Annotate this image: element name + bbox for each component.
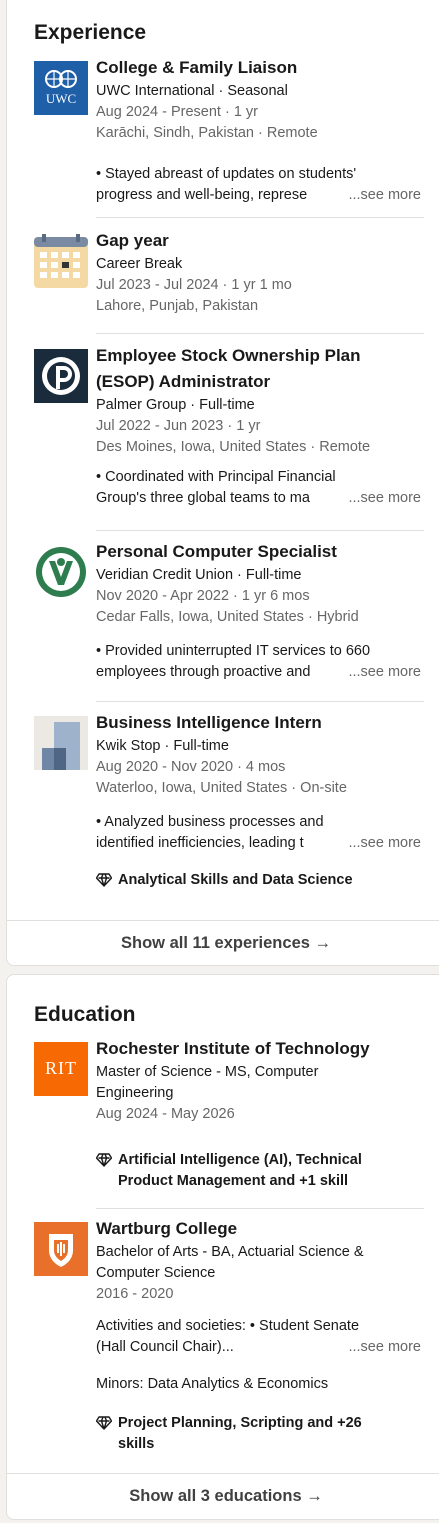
kwikstop-logo[interactable]	[34, 716, 88, 770]
show-all-educations-button[interactable]: Show all 3 educations →	[7, 1487, 439, 1506]
wartburg-shield-icon	[49, 1234, 73, 1267]
edu-dates: 2016 - 2020	[96, 1286, 174, 1302]
education-card: Education RIT Rochester Institute of Tec…	[6, 974, 439, 1520]
skills-text: Project Planning, Scripting and +26	[118, 1415, 362, 1431]
education-section-title: Education	[34, 1003, 136, 1026]
wartburg-logo[interactable]	[34, 1222, 88, 1276]
job-title[interactable]: College & Family Liaison	[96, 55, 421, 81]
company-name: Career Break	[96, 256, 183, 272]
see-more-link[interactable]: ...see more	[344, 185, 421, 206]
activities-line: Activities and societies: • Student Sena…	[96, 1318, 360, 1334]
job-location: Karāchi, Sindh, Pakistan · Remote	[96, 125, 318, 141]
job-dates: Nov 2020 - Apr 2022 · 1 yr 6 mos	[96, 588, 310, 604]
company-name: Veridian Credit Union · Full-time	[96, 567, 302, 583]
degree-line: Engineering	[96, 1085, 174, 1101]
diamond-skill-icon	[96, 873, 112, 887]
skills-row[interactable]: Analytical Skills and Data Science	[96, 870, 421, 891]
uwc-logo-text: UWC	[45, 91, 77, 106]
kwikstop-logo-icon	[42, 722, 80, 770]
see-more-link[interactable]: ...see more	[344, 1337, 421, 1358]
job-dates: Aug 2020 - Nov 2020 · 4 mos	[96, 759, 286, 775]
minors-text: Minors: Data Analytics & Economics	[96, 1376, 329, 1392]
see-more-link[interactable]: ...see more	[344, 662, 421, 683]
divider	[7, 1473, 439, 1474]
calendar-logo	[34, 234, 88, 288]
skills-text: Artificial Intelligence (AI), Technical	[118, 1152, 362, 1168]
see-more-link[interactable]: ...see more	[344, 833, 421, 854]
job-dates: Jul 2023 - Jul 2024 · 1 yr 1 mo	[96, 277, 292, 293]
job-dates: Jul 2022 - Jun 2023 · 1 yr	[96, 418, 261, 434]
skills-row[interactable]: Artificial Intelligence (AI), Technical …	[96, 1150, 421, 1192]
job-title-line[interactable]: (ESOP) Administrator	[96, 369, 421, 395]
job-title[interactable]: Personal Computer Specialist	[96, 539, 421, 565]
description-line: • Coordinated with Principal Financial	[96, 469, 336, 485]
degree-line: Master of Science - MS, Computer	[96, 1064, 319, 1080]
company-name: Kwik Stop · Full-time	[96, 738, 229, 754]
job-description: • Coordinated with Principal Financial G…	[96, 467, 421, 509]
veridian-logo-icon	[36, 547, 86, 597]
rit-logo-text: RIT	[45, 1058, 77, 1078]
description-line: • Provided uninterrupted IT services to …	[96, 643, 371, 659]
company-name: UWC International · Seasonal	[96, 83, 288, 99]
school-name[interactable]: Wartburg College	[96, 1216, 421, 1242]
job-location: Lahore, Punjab, Pakistan	[96, 298, 259, 314]
experience-section-title: Experience	[34, 21, 147, 44]
job-title[interactable]: Gap year	[96, 228, 421, 254]
principal-logo-icon	[42, 357, 80, 395]
job-title[interactable]: Business Intelligence Intern	[96, 710, 421, 736]
job-location: Waterloo, Iowa, United States · On-site	[96, 780, 347, 796]
rit-logo[interactable]: RIT	[34, 1042, 88, 1096]
uwc-logo[interactable]: UWC	[34, 61, 88, 115]
edu-dates: Aug 2024 - May 2026	[96, 1106, 235, 1122]
calendar-icon	[34, 234, 88, 288]
skills-text: Analytical Skills and Data Science	[118, 872, 353, 888]
skills-text: skills	[118, 1436, 155, 1452]
divider	[96, 217, 424, 218]
degree-line: Computer Science	[96, 1265, 216, 1281]
divider	[96, 530, 424, 531]
degree-line: Bachelor of Arts - BA, Actuarial Science…	[96, 1244, 364, 1260]
show-all-experiences-button[interactable]: Show all 11 experiences →	[7, 934, 439, 953]
company-name: Palmer Group · Full-time	[96, 397, 255, 413]
skills-text: Product Management and +1 skill	[118, 1173, 349, 1189]
divider	[96, 333, 424, 334]
job-description: • Analyzed business processes and identi…	[96, 812, 421, 854]
diamond-skill-icon	[96, 1153, 112, 1167]
divider	[96, 1208, 424, 1209]
job-location: Cedar Falls, Iowa, United States · Hybri…	[96, 609, 359, 625]
job-title-line[interactable]: Employee Stock Ownership Plan	[96, 343, 421, 369]
veridian-logo[interactable]	[34, 545, 88, 599]
experience-card: Experience UWC College & Family Liaison …	[6, 0, 439, 966]
school-name[interactable]: Rochester Institute of Technology	[96, 1036, 421, 1062]
activities-description: Activities and societies: • Student Sena…	[96, 1316, 421, 1358]
job-location: Des Moines, Iowa, United States · Remote	[96, 439, 371, 455]
divider	[7, 920, 439, 921]
job-description: • Stayed abreast of updates on students'…	[96, 164, 421, 206]
description-line: • Stayed abreast of updates on students'	[96, 166, 357, 182]
description-line: • Analyzed business processes and	[96, 814, 324, 830]
divider	[96, 701, 424, 702]
job-dates: Aug 2024 - Present · 1 yr	[96, 104, 258, 120]
job-description: • Provided uninterrupted IT services to …	[96, 641, 421, 683]
skills-row[interactable]: Project Planning, Scripting and +26 skil…	[96, 1413, 421, 1455]
see-more-link[interactable]: ...see more	[344, 488, 421, 509]
principal-logo[interactable]	[34, 349, 88, 403]
diamond-skill-icon	[96, 1416, 112, 1430]
